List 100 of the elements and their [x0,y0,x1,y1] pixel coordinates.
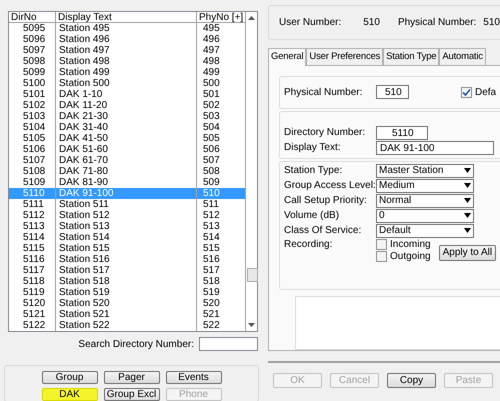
table-cell: Station 499 [56,67,197,78]
table-cell: Station 495 [56,23,197,34]
footer-button[interactable]: Copy [387,372,436,388]
field-label: Station Type: [284,165,344,176]
field-label: Class Of Service: [284,225,362,236]
apply-to-all-button[interactable]: Apply to All [438,244,496,261]
dropdown-arrow-icon[interactable] [464,198,471,204]
table-row[interactable]: 5107 DAK 61-70 507 [9,155,246,166]
table-cell: 5099 [9,67,56,78]
table-row[interactable]: 5100 Station 500 500 [9,78,246,89]
table-cell: 496 [197,34,246,45]
table-cell: Station 519 [56,287,197,298]
dropdown-arrow-icon[interactable] [464,183,471,188]
column-header[interactable]: PhyNo [+] [197,12,246,23]
table-cell: 5121 [9,309,56,320]
table-row[interactable]: 5113 Station 513 513 [9,221,246,232]
table-cell: 497 [197,45,246,56]
search-field[interactable] [199,337,258,351]
table-cell: Station 498 [56,56,197,67]
table-row[interactable]: 5103 DAK 21-30 503 [9,111,246,122]
table-cell: 5113 [9,221,56,232]
column-header[interactable]: Display Text [56,12,197,23]
tab[interactable]: User Preferences [306,48,384,65]
table-row[interactable]: 5112 Station 512 512 [9,210,246,221]
table-row[interactable]: 5101 DAK 1-10 501 [9,89,246,100]
table-cell: Station 514 [56,232,197,243]
table-cell: 5110 [9,188,56,199]
scroll-thumb[interactable] [247,268,258,282]
table-cell: 514 [197,232,246,243]
table-cell: 5111 [9,199,56,210]
dropdown-arrow-icon[interactable] [464,168,471,174]
table-cell: 507 [197,155,246,166]
table-row[interactable]: 5096 Station 496 496 [9,34,246,45]
table-cell: 517 [197,265,246,276]
checkbox[interactable] [376,238,387,250]
type-button[interactable]: Group Excl [104,388,160,401]
table-row[interactable]: 5106 DAK 51-60 506 [9,144,246,155]
table-cell: 5119 [9,287,56,298]
table-row[interactable]: 5097 Station 497 497 [9,45,246,56]
type-button[interactable]: Group [42,371,98,384]
column-header[interactable]: DirNo [9,12,56,23]
tab[interactable]: General [268,48,306,66]
table-cell: 5114 [9,232,56,243]
table-cell: 5097 [9,45,56,56]
directory-number-field[interactable]: 5110 [376,126,428,140]
table-row[interactable]: 5116 Station 516 516 [9,254,246,265]
type-button[interactable]: DAK [42,388,98,401]
table-row[interactable]: 5102 DAK 11-20 502 [9,100,246,111]
table-cell: 502 [197,100,246,111]
table-cell: 5102 [9,100,56,111]
table-cell: 5120 [9,298,56,309]
physical-number-field[interactable]: 510 [376,85,409,100]
table-cell: 503 [197,111,246,122]
table-cell: 5101 [9,89,56,100]
table-row[interactable]: 5120 Station 520 520 [9,298,246,309]
user-number-value: 510 [363,17,380,28]
checkbox-label: Outgoing [390,250,431,262]
dropdown[interactable]: Default [376,224,474,238]
table-row[interactable]: 5099 Station 499 499 [9,67,246,78]
type-button[interactable]: Pager [104,371,160,384]
table-row[interactable]: 5098 Station 498 498 [9,56,246,67]
dropdown[interactable]: 0 [376,208,474,223]
table-row[interactable]: 5122 Station 522 522 [9,320,246,331]
dropdown[interactable]: Medium [376,178,474,193]
table-cell: 5112 [9,210,56,221]
table-cell: DAK 1-10 [56,89,197,100]
dropdown-arrow-icon[interactable] [464,228,471,234]
table-row[interactable]: 5104 DAK 31-40 504 [9,122,246,133]
dropdown[interactable]: Master Station [376,164,474,178]
table-cell: Station 522 [56,320,197,331]
table-row[interactable]: 5114 Station 514 514 [9,232,246,243]
table-cell: DAK 11-20 [56,100,197,111]
table-cell: DAK 21-30 [56,111,197,122]
table-row[interactable]: 5118 Station 518 518 [9,276,246,287]
table-row[interactable]: 5108 DAK 71-80 508 [9,166,246,177]
table-row[interactable]: 5119 Station 519 519 [9,287,246,298]
tab[interactable]: Automatic [439,48,486,65]
tab[interactable]: Station Type [383,48,440,65]
type-button[interactable]: Events [166,371,222,384]
display-text-field[interactable]: DAK 91-100 [376,140,494,155]
table-row[interactable]: 5121 Station 521 521 [9,309,246,320]
table-cell: 5107 [9,155,56,166]
table-row[interactable]: 5095 Station 495 495 [9,23,246,34]
table-cell: 5100 [9,78,56,89]
dropdown[interactable]: Normal [376,194,474,208]
table-row[interactable]: 5115 Station 515 515 [9,243,246,254]
checkbox[interactable] [461,86,472,98]
table-cell: Station 500 [56,78,197,89]
table-row[interactable]: 5111 Station 511 511 [9,199,246,210]
table-row[interactable]: 5105 DAK 41-50 505 [9,133,246,144]
field-label: Physical Number: [284,86,364,98]
scroll-up-icon[interactable] [248,16,255,20]
scroll-down-icon[interactable] [248,323,255,327]
table-cell: DAK 91-100 [56,188,197,199]
checkbox[interactable] [376,250,387,262]
table-cell: DAK 61-70 [56,155,197,166]
dropdown-arrow-icon[interactable] [464,213,471,218]
table-cell: Station 513 [56,221,197,232]
table-row[interactable]: 5117 Station 517 517 [9,265,246,276]
table-cell: 5105 [9,133,56,144]
